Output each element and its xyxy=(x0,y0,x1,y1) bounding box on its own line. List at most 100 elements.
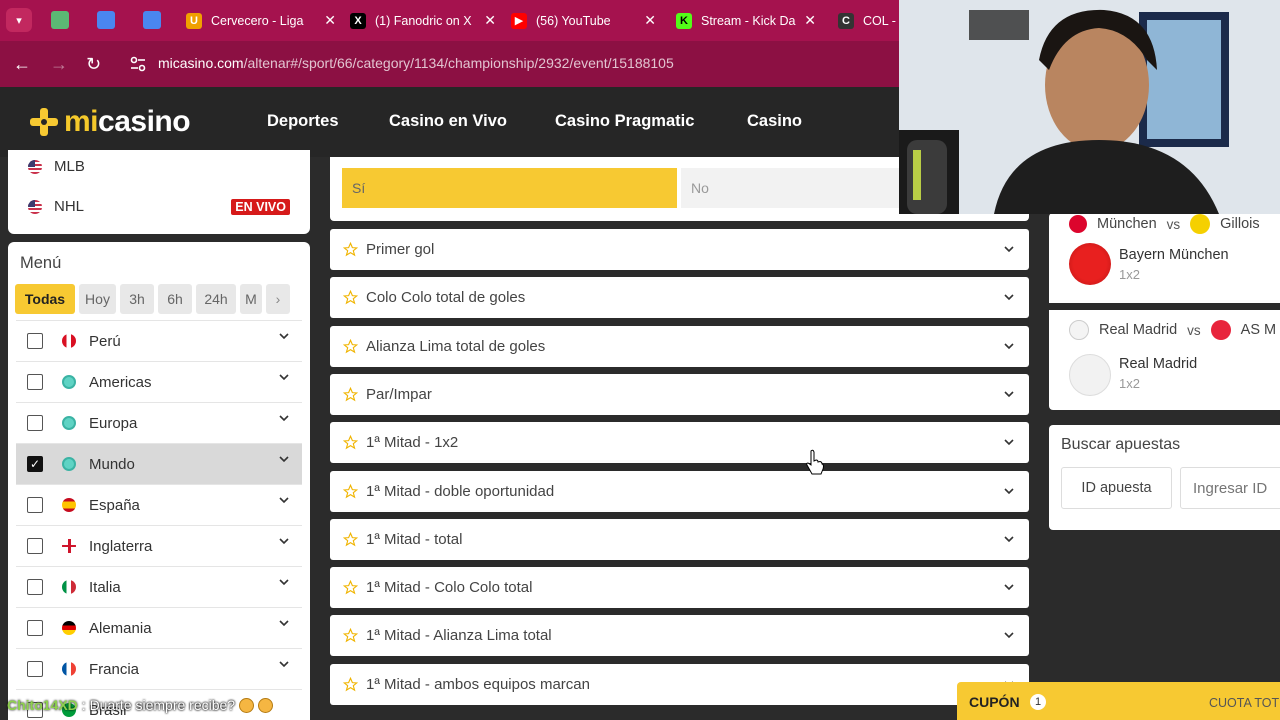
odds-yes-button[interactable]: Sí xyxy=(342,168,677,208)
coupon-bar[interactable]: CUPÓN 1 CUOTA TOT xyxy=(957,682,1280,720)
chevron-right-icon[interactable]: › xyxy=(266,284,290,314)
market-row[interactable]: 1ª Mitad - total xyxy=(330,519,1029,560)
country-espana[interactable]: España xyxy=(16,484,302,525)
chevron-down-icon xyxy=(1004,439,1014,446)
forward-icon[interactable]: → xyxy=(50,53,68,75)
chevron-down-icon xyxy=(279,620,289,627)
chevron-down-icon xyxy=(1004,246,1014,253)
search-bets-card: Buscar apuestas ID apuesta xyxy=(1049,425,1280,530)
pinned-tab-icon[interactable] xyxy=(51,11,69,29)
star-icon[interactable] xyxy=(343,435,358,450)
country-mundo[interactable]: ✓ Mundo xyxy=(16,443,302,484)
match-home: Real Madrid xyxy=(1099,322,1178,338)
docs-tab-icon[interactable] xyxy=(97,11,115,29)
market-row[interactable]: 1ª Mitad - doble oportunidad xyxy=(330,471,1029,512)
chevron-down-icon xyxy=(1004,343,1014,350)
url-field[interactable]: micasino.com/altenar#/sport/66/category/… xyxy=(158,55,674,71)
match-away: AS M xyxy=(1240,322,1277,338)
globe-icon xyxy=(62,416,76,430)
star-icon[interactable] xyxy=(343,484,358,499)
site-info-icon[interactable] xyxy=(128,54,148,74)
checkbox-checked[interactable]: ✓ xyxy=(27,456,43,472)
star-icon[interactable] xyxy=(343,242,358,257)
market-name: 1ª Mitad - Alianza Lima total xyxy=(366,627,552,644)
bet-id-input[interactable] xyxy=(1180,467,1280,509)
market-name: 1ª Mitad - total xyxy=(366,531,463,548)
chevron-down-icon xyxy=(279,456,289,463)
close-icon[interactable]: ✕ xyxy=(804,12,816,29)
country-europa[interactable]: Europa xyxy=(16,402,302,443)
market-row[interactable]: 1ª Mitad - 1x2 xyxy=(330,422,1029,463)
market-name: 1ª Mitad - doble oportunidad xyxy=(366,483,555,500)
market-row[interactable]: Primer gol xyxy=(330,229,1029,270)
nav-casino[interactable]: Casino xyxy=(747,112,802,131)
bayern-jersey-icon xyxy=(1069,243,1111,285)
country-francia[interactable]: Francia xyxy=(16,648,302,689)
star-icon[interactable] xyxy=(343,387,358,402)
reload-icon[interactable]: ↻ xyxy=(86,53,101,75)
filter-24h[interactable]: 24h xyxy=(196,284,236,314)
nav-deportes[interactable]: Deportes xyxy=(267,112,339,131)
vs-label: vs xyxy=(1166,216,1181,232)
market-row[interactable]: 1ª Mitad - ambos equipos marcan xyxy=(330,664,1029,705)
star-icon[interactable] xyxy=(343,677,358,692)
league-mlb[interactable]: MLB xyxy=(28,158,85,175)
country-name: Europa xyxy=(89,414,138,432)
close-icon[interactable]: ✕ xyxy=(644,12,656,29)
country-americas[interactable]: Americas xyxy=(16,361,302,402)
webcam-overlay xyxy=(899,0,1280,214)
clover-icon xyxy=(30,108,58,136)
germany-flag-icon xyxy=(62,621,76,635)
nav-casino-pragmatic[interactable]: Casino Pragmatic xyxy=(555,112,694,131)
market-row[interactable]: Par/Impar xyxy=(330,374,1029,415)
star-icon[interactable] xyxy=(343,290,358,305)
tab-kick[interactable]: K Stream - Kick Da ✕ xyxy=(676,6,816,35)
back-icon[interactable]: ← xyxy=(13,53,31,75)
checkbox[interactable] xyxy=(27,661,43,677)
close-icon[interactable]: ✕ xyxy=(324,12,336,29)
country-alemania[interactable]: Alemania xyxy=(16,607,302,648)
docs-tab-icon-2[interactable] xyxy=(143,11,161,29)
micasino-logo[interactable]: micasino xyxy=(30,105,191,139)
tab-x[interactable]: X (1) Fanodric on X ✕ xyxy=(350,6,496,35)
nav-casino-en-vivo[interactable]: Casino en Vivo xyxy=(389,112,507,131)
checkbox[interactable] xyxy=(27,538,43,554)
checkbox[interactable] xyxy=(27,374,43,390)
bet-id-button[interactable]: ID apuesta xyxy=(1061,467,1172,509)
chevron-down-icon xyxy=(1004,632,1014,639)
star-icon[interactable] xyxy=(343,628,358,643)
filter-m[interactable]: M xyxy=(240,284,262,314)
tab-col[interactable]: C COL - L xyxy=(838,6,899,35)
star-icon[interactable] xyxy=(343,532,358,547)
checkbox[interactable] xyxy=(27,620,43,636)
star-icon[interactable] xyxy=(343,339,358,354)
chat-text: : Duarte siempre recibe? xyxy=(81,697,236,713)
checkbox[interactable] xyxy=(27,497,43,513)
tab-youtube[interactable]: ▶ (56) YouTube ✕ xyxy=(511,6,656,35)
filter-todas[interactable]: Todas xyxy=(15,284,75,314)
checkbox[interactable] xyxy=(27,579,43,595)
market-name: 1ª Mitad - Colo Colo total xyxy=(366,579,533,596)
chevron-down-icon xyxy=(1004,488,1014,495)
filter-6h[interactable]: 6h xyxy=(158,284,192,314)
country-italia[interactable]: Italia xyxy=(16,566,302,607)
pick-team: Real Madrid xyxy=(1119,356,1198,372)
market-row[interactable]: Colo Colo total de goles xyxy=(330,277,1029,318)
close-icon[interactable]: ✕ xyxy=(484,12,496,29)
filter-3h[interactable]: 3h xyxy=(120,284,154,314)
tab-search-button[interactable]: ▾ xyxy=(6,8,32,32)
tab-cervecero[interactable]: U Cervecero - Liga ✕ xyxy=(186,6,336,35)
filter-hoy[interactable]: Hoy xyxy=(79,284,116,314)
country-peru[interactable]: Perú xyxy=(16,320,302,361)
market-row[interactable]: 1ª Mitad - Alianza Lima total xyxy=(330,615,1029,656)
chevron-down-icon xyxy=(1004,584,1014,591)
checkbox[interactable] xyxy=(27,333,43,349)
checkbox[interactable] xyxy=(27,415,43,431)
emoji-icon xyxy=(239,697,255,713)
star-icon[interactable] xyxy=(343,580,358,595)
country-inglaterra[interactable]: Inglaterra xyxy=(16,525,302,566)
market-row[interactable]: 1ª Mitad - Colo Colo total xyxy=(330,567,1029,608)
market-row[interactable]: Alianza Lima total de goles xyxy=(330,326,1029,367)
league-nhl[interactable]: NHL xyxy=(28,198,84,215)
market-name: Colo Colo total de goles xyxy=(366,289,526,306)
